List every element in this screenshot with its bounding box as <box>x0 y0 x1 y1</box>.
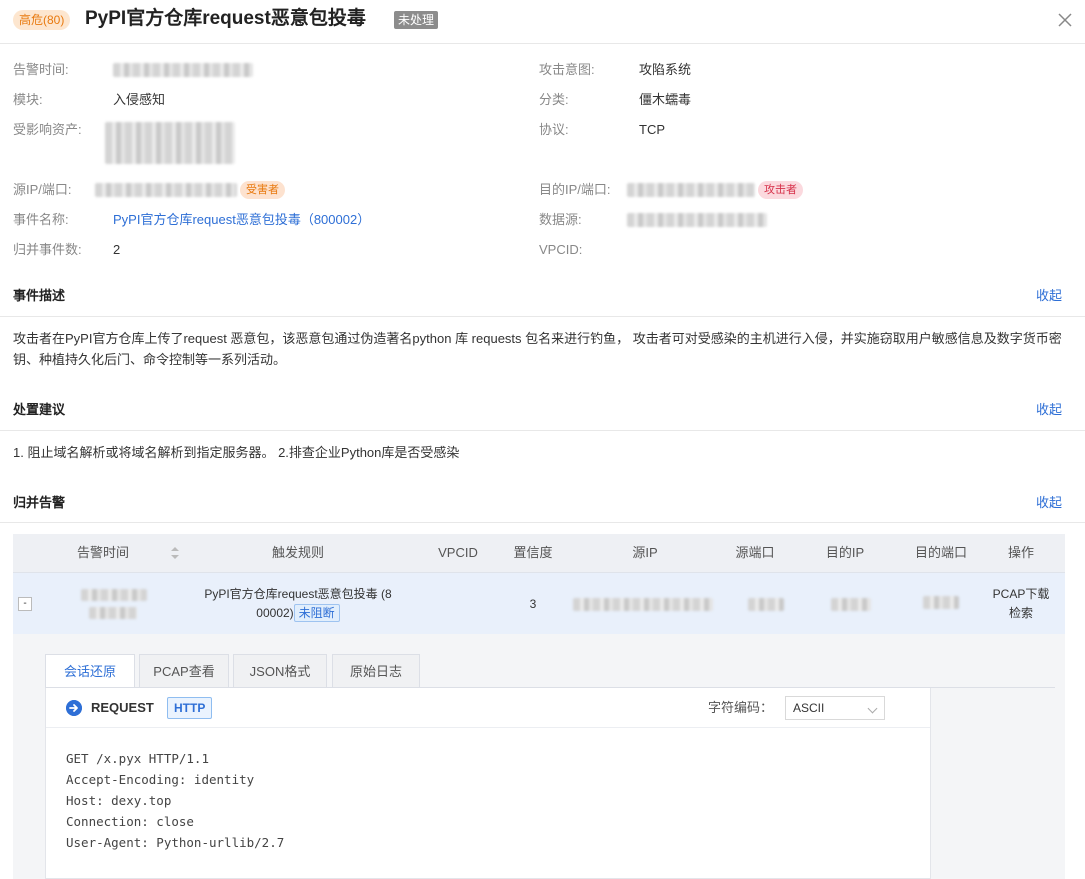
category-label: 分类: <box>539 92 569 107</box>
table-header: 告警时间 触发规则 VPCID 置信度 源IP 源端口 目的IP 目的端口 操作 <box>13 534 1065 572</box>
col-alert-time[interactable]: 告警时间 <box>63 534 143 572</box>
col-trigger-rule: 触发规则 <box>271 545 324 560</box>
tab-raw-log[interactable]: 原始日志 <box>332 654 420 687</box>
row-src-port-redacted <box>748 598 784 611</box>
description-collapse-link[interactable]: 收起 <box>1036 286 1062 306</box>
block-status-badge: 未阻断 <box>293 604 340 622</box>
row-time-redacted <box>89 607 137 619</box>
attacker-badge: 攻击者 <box>758 181 803 199</box>
vpcid-label: VPCID: <box>539 242 583 257</box>
arrow-right-circle-icon <box>66 700 82 716</box>
tab-json-format[interactable]: JSON格式 <box>233 654 327 687</box>
col-src-port: 源端口 <box>735 545 775 560</box>
row-confidence: 3 <box>529 597 537 611</box>
category-value: 僵木蠕毒 <box>639 92 692 107</box>
close-icon[interactable] <box>1055 10 1075 30</box>
advice-collapse-link[interactable]: 收起 <box>1036 400 1062 420</box>
col-action: 操作 <box>1007 545 1034 560</box>
divider <box>0 522 1085 523</box>
col-dst-port: 目的端口 <box>914 545 967 560</box>
row-dst-port-redacted <box>923 596 959 609</box>
alert-time-value-redacted <box>113 63 253 77</box>
search-link[interactable]: 检索 <box>1001 604 1041 623</box>
row-rule-text: 00002) <box>256 606 294 620</box>
drawer-header: 高危(80) PyPI官方仓库request恶意包投毒 未处理 <box>0 0 1085 44</box>
src-ip-label: 源IP/端口: <box>13 182 72 197</box>
encoding-select[interactable]: ASCII <box>785 696 885 720</box>
encoding-label: 字符编码： <box>708 700 774 715</box>
status-badge: 未处理 <box>394 11 439 29</box>
divider <box>0 316 1085 317</box>
sort-icon[interactable] <box>170 546 180 560</box>
victim-badge: 受害者 <box>240 181 285 199</box>
col-vpcid: VPCID <box>438 545 478 560</box>
col-src-ip: 源IP <box>632 545 658 560</box>
merged-alerts-section-title: 归并告警 <box>13 495 66 510</box>
datasource-label: 数据源: <box>539 212 582 227</box>
src-ip-value-redacted <box>95 183 237 197</box>
pcap-download-link[interactable]: PCAP下载 <box>985 585 1057 604</box>
merged-count-label: 归并事件数: <box>13 242 82 257</box>
col-confidence: 置信度 <box>513 545 553 560</box>
advice-section-title: 处置建议 <box>13 402 66 417</box>
merged-count-value: 2 <box>113 242 121 257</box>
event-name-label: 事件名称: <box>13 212 69 227</box>
protocol-value: TCP <box>639 122 665 137</box>
description-section-title: 事件描述 <box>13 288 66 303</box>
request-title: REQUEST <box>91 700 154 715</box>
row-src-ip-redacted <box>573 598 713 611</box>
assets-value-redacted <box>105 122 235 164</box>
description-text: 攻击者在PyPI官方仓库上传了request 恶意包，该恶意包通过伪造著名pyt… <box>13 331 1062 367</box>
chevron-down-icon <box>867 703 878 714</box>
encoding-selected-value: ASCII <box>793 701 825 715</box>
intent-value: 攻陷系统 <box>639 62 692 77</box>
assets-label: 受影响资产: <box>13 122 82 137</box>
advice-text: 1. 阻止域名解析或将域名解析到指定服务器。 2.排查企业Python库是否受感… <box>13 445 460 460</box>
event-name-link[interactable]: PyPI官方仓库request恶意包投毒（800002） <box>113 210 370 230</box>
tab-session-restore[interactable]: 会话还原 <box>45 654 135 688</box>
session-content: REQUEST HTTP 字符编码： ASCII GET /x.pyx HTTP… <box>45 688 931 879</box>
merged-alerts-table: 告警时间 触发规则 VPCID 置信度 源IP 源端口 目的IP 目的端口 操作… <box>13 534 1065 634</box>
col-dst-ip: 目的IP <box>825 545 865 560</box>
dst-ip-label: 目的IP/端口: <box>539 182 611 197</box>
severity-badge: 高危(80) <box>13 10 71 30</box>
tab-pcap-view[interactable]: PCAP查看 <box>139 654 229 687</box>
request-body: GET /x.pyx HTTP/1.1 Accept-Encoding: ide… <box>66 751 285 850</box>
request-toolbar: REQUEST HTTP 字符编码： ASCII <box>46 688 930 728</box>
row-trigger-rule: PyPI官方仓库request恶意包投毒 (8 00002) 未阻断 <box>193 585 403 623</box>
table-row[interactable]: - PyPI官方仓库request恶意包投毒 (8 00002) 未阻断 3 PC… <box>13 572 1065 634</box>
protocol-tag: HTTP <box>167 697 213 719</box>
row-time-redacted <box>81 589 147 601</box>
dst-ip-value-redacted <box>627 183 755 197</box>
row-rule-text: PyPI官方仓库request恶意包投毒 (8 <box>204 587 392 601</box>
protocol-label: 协议: <box>539 122 569 137</box>
datasource-value-redacted <box>627 213 767 227</box>
row-collapse-button[interactable]: - <box>18 597 32 611</box>
module-value: 入侵感知 <box>113 92 166 107</box>
alert-title: PyPI官方仓库request恶意包投毒 <box>85 8 366 29</box>
intent-label: 攻击意图: <box>539 62 595 77</box>
module-label: 模块: <box>13 92 43 107</box>
row-dst-ip-redacted <box>831 598 871 611</box>
alert-time-label: 告警时间: <box>13 62 69 77</box>
merged-alerts-collapse-link[interactable]: 收起 <box>1036 493 1062 513</box>
divider <box>0 430 1085 431</box>
alert-detail-panel: 会话还原 PCAP查看 JSON格式 原始日志 REQUEST HTTP 字符编… <box>13 634 1065 879</box>
